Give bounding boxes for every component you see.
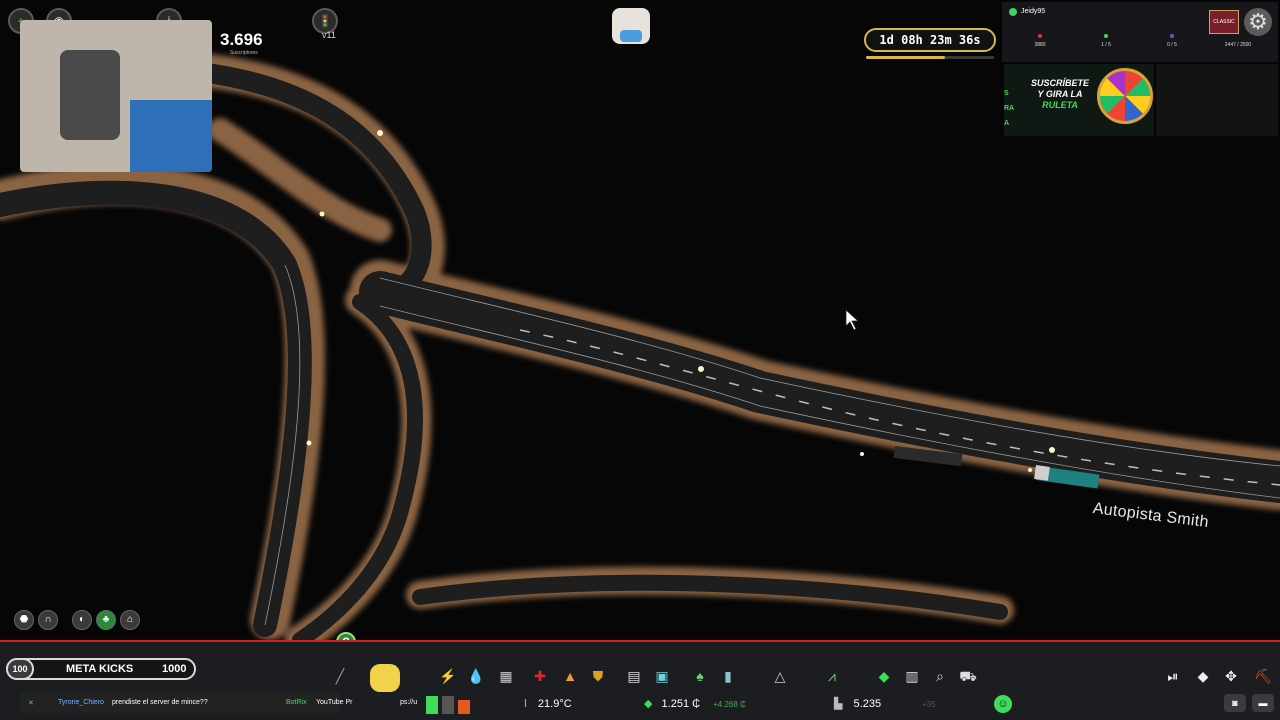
roulette-line-3: RULETA	[1042, 100, 1078, 110]
chat-bot-name: BotRix	[286, 699, 307, 706]
road-icon[interactable]: ╱	[330, 666, 350, 686]
roulette-line-2: Y GIRA LA	[1037, 89, 1083, 99]
tree-icon[interactable]: ♣	[96, 610, 116, 630]
happiness-icon[interactable]: ☺	[994, 695, 1012, 713]
chat-promo: YouTube Pr	[316, 699, 353, 706]
population-icon: ▙	[834, 698, 843, 710]
education-icon[interactable]: ▲	[560, 666, 580, 686]
chair-shape	[60, 50, 120, 140]
play-pause-icon[interactable]: ⏯	[1163, 666, 1183, 686]
live-dot	[1009, 8, 1017, 16]
game-timer: 1d 08h 23m 36s	[864, 28, 996, 52]
camera-mode-button[interactable]: ◙	[1224, 694, 1246, 712]
panel-toggle-button[interactable]: ▬	[1252, 694, 1274, 712]
chat-user: Tyrone_Chiero	[58, 699, 104, 706]
police-icon[interactable]: ⛊	[588, 666, 608, 686]
tool-button-1[interactable]: ⬣	[14, 610, 34, 630]
stat-value: 0 / 5	[1167, 42, 1177, 48]
roulette-text: SUSCRÍBETE Y GIRA LA RULETA	[1030, 78, 1090, 111]
money-stat-icon: ◆	[644, 698, 653, 710]
temperature-stat: ǀ 21.9°C	[524, 695, 572, 713]
money-icon[interactable]: ◆	[874, 666, 894, 686]
bar-meter-orange	[458, 700, 470, 714]
transport-icon[interactable]: ▣	[652, 666, 672, 686]
triangle-icon[interactable]: △	[770, 666, 790, 686]
stat-dot	[1170, 34, 1174, 38]
stat-value: 3880	[1034, 42, 1046, 48]
thermometer-icon: ǀ	[524, 698, 530, 710]
fence-icon[interactable]: ▦	[496, 666, 516, 686]
stat-value: 1 / 5	[1101, 42, 1111, 48]
clipboard-icon[interactable]: ▥	[902, 666, 922, 686]
roulette-wheel-icon	[1097, 68, 1153, 124]
chat-panel	[1156, 64, 1278, 136]
health-icon[interactable]: ✚	[530, 666, 550, 686]
magnet-icon[interactable]: ∩	[38, 610, 58, 630]
kicks-title: META KICKS	[66, 663, 134, 675]
move-icon[interactable]: ✥	[1221, 666, 1241, 686]
stat-value: 2447 / 2500	[1224, 42, 1252, 48]
money-value: 1.251 ₵	[661, 698, 701, 710]
money-delta: +4.268 ₵	[713, 700, 746, 709]
bar-meter-green	[426, 696, 438, 714]
chat-extra: ps://u	[400, 699, 418, 706]
landmark-icon[interactable]: ▮	[718, 666, 738, 686]
mouse-cursor-icon	[845, 309, 860, 331]
bar-meter-gray	[442, 696, 454, 714]
timer-progress-fill	[866, 56, 946, 59]
kicks-badge: 100	[6, 658, 34, 680]
desk-shape	[130, 100, 212, 172]
water-icon[interactable]: 💧	[466, 666, 486, 686]
roulette-line-1: SUSCRÍBETE	[1030, 78, 1089, 88]
book-icon[interactable]: ▤	[624, 666, 644, 686]
terrain-icon[interactable]: ⩘	[822, 666, 842, 686]
lock-icon[interactable]: ⌂	[120, 610, 140, 630]
bulldoze-icon[interactable]: ⛏	[1253, 666, 1273, 686]
money-stat: ◆ 1.251 ₵ +4.268 ₵	[644, 695, 746, 713]
population-value: 5.235	[853, 698, 882, 710]
population-stat: ▙ 5.235 +35	[834, 695, 936, 713]
gear-icon[interactable]: ⚙	[1244, 8, 1272, 36]
mascot-icon[interactable]	[370, 664, 400, 692]
side-letter: RA	[1004, 105, 1015, 112]
truck-cab	[1034, 465, 1050, 481]
streamer-name: Jeidy95	[1021, 8, 1046, 15]
vehicle-icon[interactable]: ⛟	[958, 666, 978, 686]
eraser-icon[interactable]: ◆	[1193, 666, 1213, 686]
timer-progress	[866, 56, 994, 59]
traffic-label: v11	[322, 30, 336, 40]
close-icon[interactable]: ✕	[28, 699, 34, 707]
chat-message: prendiste el server de mince??	[112, 699, 208, 706]
stat-dot	[1038, 34, 1042, 38]
side-letters: S RA A	[1004, 86, 1014, 131]
avatar	[612, 8, 650, 44]
subscriber-count: 3.696	[220, 30, 263, 49]
kicks-max: 1000	[162, 663, 187, 675]
webcam-feed	[20, 20, 212, 172]
stat-dot	[1104, 34, 1108, 38]
search-icon[interactable]: ⌕	[930, 666, 950, 686]
tool-button-3[interactable]: ◐	[72, 610, 92, 630]
avatar-body	[620, 30, 642, 42]
electricity-icon[interactable]: ⚡	[438, 666, 458, 686]
side-letter: S	[1004, 90, 1009, 97]
classic-badge: CLASSIC	[1209, 10, 1239, 34]
side-letter: A	[1004, 120, 1010, 127]
subscriber-label: Suscriptores	[230, 50, 258, 56]
park-icon[interactable]: ♠	[690, 666, 710, 686]
chat-ticker: ✕ Tyrone_Chiero prendiste el server de m…	[20, 693, 352, 713]
temperature-value: 21.9°C	[537, 698, 572, 710]
population-delta: +35	[922, 700, 936, 709]
